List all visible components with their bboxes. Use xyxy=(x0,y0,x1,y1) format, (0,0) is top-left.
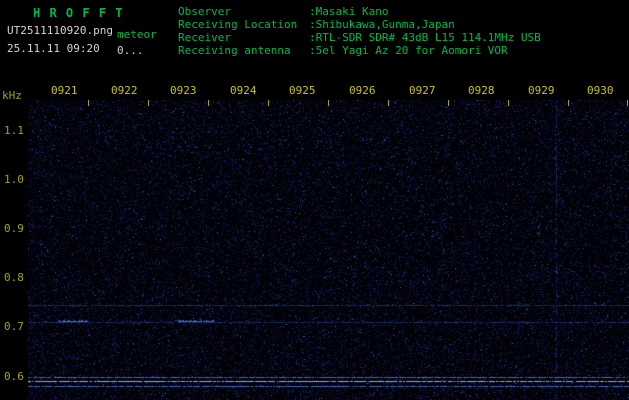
info-value: :Masaki Kano xyxy=(309,5,388,18)
time-tick xyxy=(88,100,89,106)
time-tick xyxy=(208,100,209,106)
y-tick-label: 0.8 xyxy=(4,271,28,284)
hrofft-window: H R O F F T UT2511110920.png meteor 25.1… xyxy=(0,0,629,400)
info-row: Receiving Location:Shibukawa,Gunma,Japan xyxy=(178,18,541,31)
x-tick-label: 0926 xyxy=(349,84,376,97)
time-tick xyxy=(388,100,389,106)
y-tick-label: 0.9 xyxy=(4,222,28,235)
info-label: Receiving Location xyxy=(178,18,309,31)
info-row: Receiving antenna:5el Yagi Az 20 for Aom… xyxy=(178,44,541,57)
y-tick-label: 0.6 xyxy=(4,370,28,383)
info-value: :RTL-SDR SDR# 43dB L15 114.1MHz USB xyxy=(309,31,541,44)
x-tick-label: 0929 xyxy=(528,84,555,97)
info-value: :Shibukawa,Gunma,Japan xyxy=(309,18,455,31)
time-tick xyxy=(448,100,449,106)
y-tick-label: 1.1 xyxy=(4,124,28,137)
x-tick-label: 0927 xyxy=(409,84,436,97)
y-axis-unit: kHz xyxy=(2,89,22,102)
info-value: :5el Yagi Az 20 for Aomori VOR xyxy=(309,44,508,57)
spectrogram-canvas xyxy=(28,100,629,400)
output-filename: UT2511110920.png xyxy=(7,24,113,37)
y-tick-label: 0.7 xyxy=(4,320,28,333)
info-label: Observer xyxy=(178,5,309,18)
x-tick-label: 0925 xyxy=(289,84,316,97)
x-tick-label: 0923 xyxy=(170,84,197,97)
info-label: Receiving antenna xyxy=(178,44,309,57)
info-row: Observer:Masaki Kano xyxy=(178,5,541,18)
x-tick-label: 0922 xyxy=(111,84,138,97)
time-tick xyxy=(268,100,269,106)
time-tick xyxy=(148,100,149,106)
datetime-label: 25.11.11 09:20 xyxy=(7,42,100,55)
progress-indicator: 0... xyxy=(117,44,144,57)
station-info: Observer:Masaki Kano Receiving Location:… xyxy=(178,5,541,57)
info-label: Receiver xyxy=(178,31,309,44)
mode-label: meteor xyxy=(117,28,157,41)
time-tick xyxy=(568,100,569,106)
app-title: H R O F F T xyxy=(33,6,123,20)
time-tick xyxy=(627,100,628,106)
x-tick-label: 0928 xyxy=(468,84,495,97)
time-tick xyxy=(508,100,509,106)
x-tick-label: 0921 xyxy=(51,84,78,97)
info-row: Receiver:RTL-SDR SDR# 43dB L15 114.1MHz … xyxy=(178,31,541,44)
x-tick-label: 0924 xyxy=(230,84,257,97)
time-tick xyxy=(328,100,329,106)
x-tick-label: 0930 xyxy=(587,84,614,97)
y-tick-label: 1.0 xyxy=(4,173,28,186)
